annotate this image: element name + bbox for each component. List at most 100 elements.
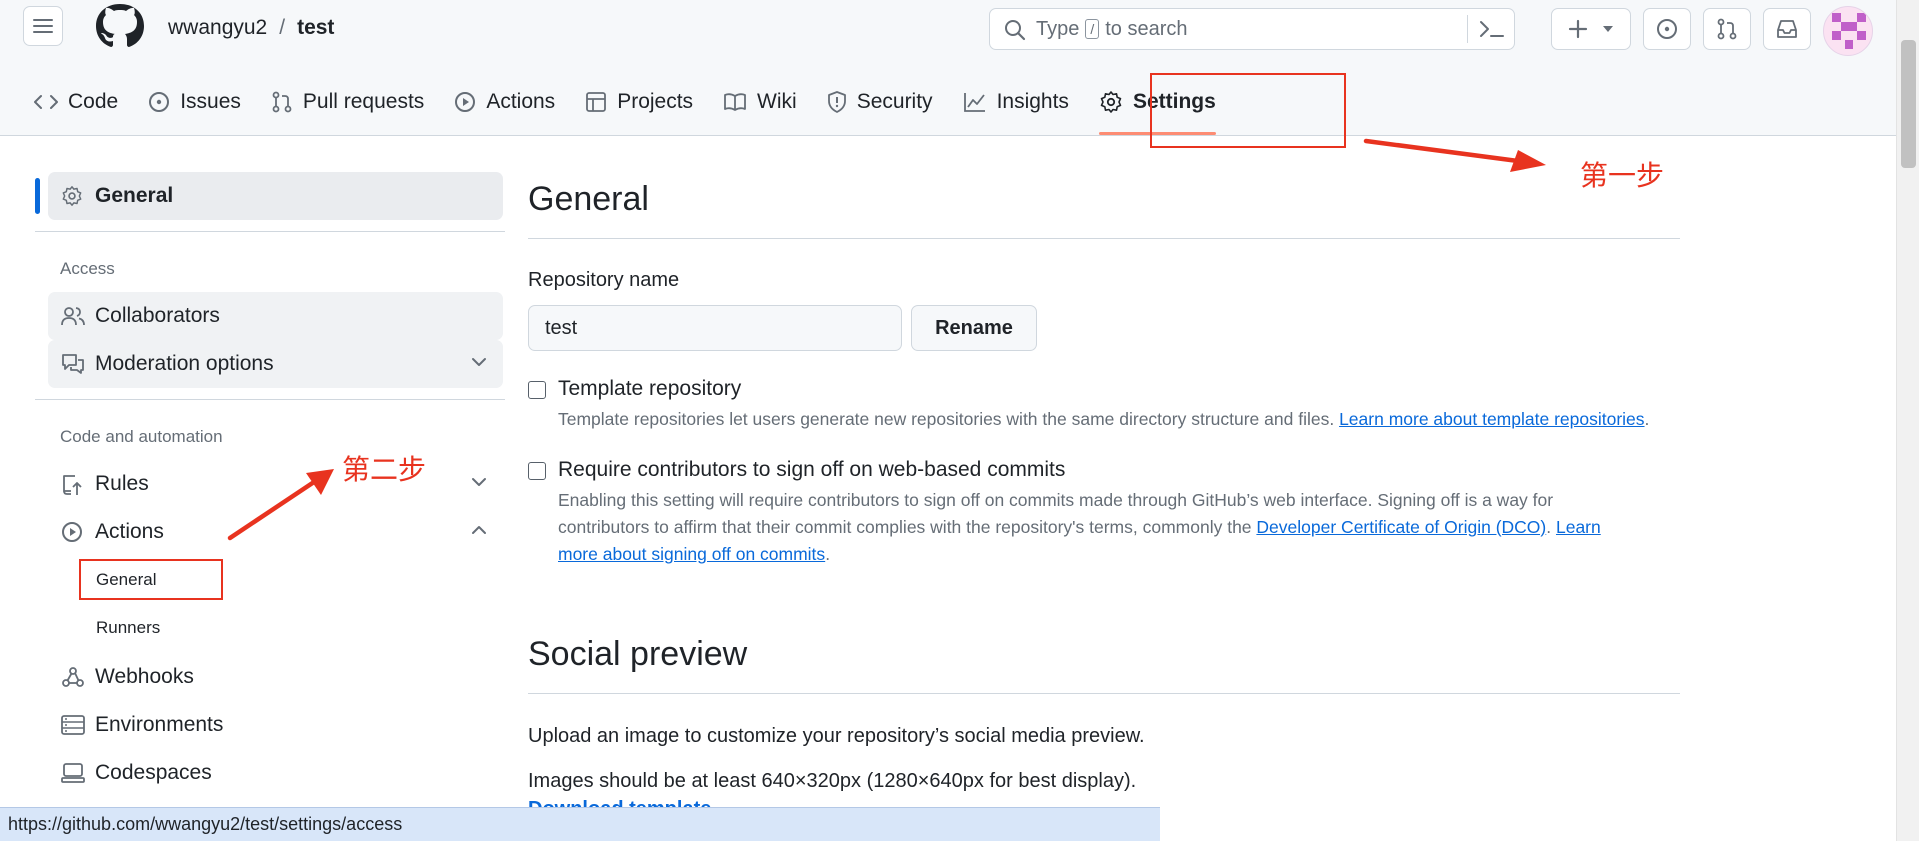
tab-code[interactable]: Code [34,80,118,124]
tab-label: Code [68,90,119,113]
tab-label: Issues [180,90,241,113]
sidebar-divider [35,399,505,400]
tab-projects[interactable]: Projects [585,80,693,124]
comment-discussion-icon [62,354,84,374]
sidebar-item-moderation-options[interactable]: Moderation options [48,340,503,388]
signoff-desc-line2: contributors to affirm that their commit… [558,517,1252,537]
repo-push-icon [63,475,82,495]
tab-label: Wiki [757,90,797,113]
repo-name-input[interactable]: test [528,305,902,351]
git-pull-request-icon [272,91,292,113]
sidebar-item-collaborators[interactable]: Collaborators [48,292,503,340]
repo-name-label: Repository name [528,269,680,291]
repo-tabs: Code Issues Pull requests Actions Projec… [34,80,1246,135]
search-input[interactable]: Type / to search [989,8,1515,50]
dco-link[interactable]: Developer Certificate of Origin (DCO) [1256,517,1546,537]
sidebar-item-label: Actions [95,520,164,543]
tab-security[interactable]: Security [827,80,933,124]
book-icon [724,93,746,111]
tab-label: Actions [486,90,556,113]
server-icon [61,715,85,735]
gear-icon [62,186,82,206]
breadcrumb-separator: / [279,16,286,39]
social-preview-size-hint: Images should be at least 640×320px (128… [528,770,1137,792]
sidebar-item-webhooks[interactable]: Webhooks [48,653,503,701]
play-icon [455,92,476,112]
annotation-arrow-step1 [1363,138,1546,172]
tab-wiki[interactable]: Wiki [723,80,797,124]
menu-button[interactable] [23,6,63,46]
webhook-icon [62,667,84,687]
inbox-button[interactable] [1763,8,1811,50]
sidebar-subitem-actions-runners[interactable]: Runners [96,618,160,638]
graph-icon [963,93,985,112]
table-icon [586,92,607,112]
tab-label: Pull requests [302,90,425,113]
breadcrumb-owner[interactable]: wwangyu2 [168,16,267,40]
sidebar-item-label: General [95,184,174,207]
signoff-description: Enabling this setting will require contr… [558,487,1658,568]
search-icon [1005,20,1026,41]
sidebar-item-general[interactable]: General [48,172,503,220]
annotation-step2-text: 第二步 [342,453,427,486]
template-repository-checkbox[interactable] [528,381,546,399]
tab-label: Projects [617,90,694,113]
hamburger-icon [33,19,53,33]
sidebar-item-codespaces[interactable]: Codespaces [48,749,503,797]
signoff-desc-line1: Enabling this setting will require contr… [558,490,1554,510]
annotation-box-settings [1150,73,1346,148]
scrollbar-thumb[interactable] [1901,40,1916,168]
sidebar-item-label: Codespaces [95,761,212,784]
pull-requests-button[interactable] [1703,8,1751,50]
codespaces-icon [61,763,85,783]
sidebar-heading-access: Access [60,259,115,278]
create-new-button[interactable] [1551,8,1631,50]
search-shortcut-key: / [1085,19,1100,39]
template-repository-description: Template repositories let users generate… [558,406,1678,433]
sidebar-item-label: Environments [95,713,224,736]
gear-icon [1100,91,1122,113]
sidebar-item-label: Moderation options [95,352,274,375]
tab-issues[interactable]: Issues [148,80,241,124]
signoff-learn-link-part2[interactable]: more about signing off on commits [558,544,825,564]
code-icon [34,95,58,109]
annotation-arrow-step2 [227,469,334,541]
sidebar-item-environments[interactable]: Environments [48,701,503,749]
sidebar-item-label: Rules [95,472,149,495]
section-divider [528,693,1680,694]
issues-button[interactable] [1643,8,1691,50]
command-palette-icon[interactable] [1477,17,1507,41]
annotation-box-actions-general [79,559,223,600]
page-title: General [528,180,649,218]
signoff-learn-link-part1[interactable]: Learn [1556,517,1601,537]
section-divider [528,238,1680,239]
inbox-icon [1777,20,1797,38]
vertical-scrollbar[interactable] [1896,0,1919,841]
people-icon [61,307,85,326]
issue-opened-icon [1657,19,1677,39]
tab-pull-requests[interactable]: Pull requests [271,80,424,124]
git-pull-request-icon [1717,18,1737,40]
user-avatar[interactable] [1823,6,1873,56]
social-preview-title: Social preview [528,635,748,673]
social-preview-desc: Upload an image to customize your reposi… [528,725,1145,747]
tab-insights[interactable]: Insights [963,80,1069,124]
tab-label: Security [856,90,933,113]
plus-icon [1568,19,1588,39]
sidebar-divider [35,231,505,232]
signoff-checkbox[interactable] [528,462,546,480]
chevron-down-icon [472,478,486,486]
rename-button[interactable]: Rename [911,305,1037,351]
template-learn-more-link[interactable]: Learn more about template repositories [1339,409,1644,429]
sidebar-heading-code-automation: Code and automation [60,427,223,446]
search-placeholder-prefix: Type [1036,17,1080,40]
shield-icon [827,91,846,113]
sidebar-item-label: Webhooks [95,665,194,688]
chevron-up-icon [472,526,486,534]
breadcrumb-repo[interactable]: test [297,16,334,40]
github-logo-icon[interactable] [94,4,146,52]
annotation-step1-text: 第一步 [1580,159,1665,192]
tab-actions[interactable]: Actions [454,80,555,124]
repo-header: wwangyu2 / test Type / to search Code Is… [0,0,1896,136]
template-desc-text: Template repositories let users generate… [558,409,1335,429]
